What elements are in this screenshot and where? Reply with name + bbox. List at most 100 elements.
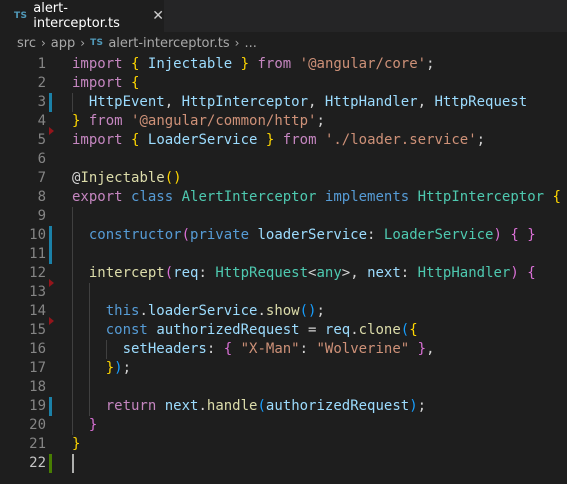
line-number: 22	[29, 455, 46, 471]
code-token: :	[198, 265, 216, 281]
code-token: ;	[316, 303, 325, 319]
code-line[interactable]: 7 @Injectable()	[0, 169, 567, 188]
code-token: './loader.service'	[324, 132, 477, 148]
code-token: authorizedRequest	[156, 322, 300, 338]
code-token: req	[173, 265, 199, 281]
code-line[interactable]: 22	[0, 454, 567, 473]
line-number: 1	[37, 56, 46, 72]
code-token: ;	[476, 132, 486, 148]
code-text: });	[72, 359, 131, 378]
code-text: export class AlertInterceptor implements…	[72, 188, 561, 207]
indent-guide	[105, 340, 107, 359]
code-token: {	[527, 265, 536, 281]
breadcrumb: src › app › TS alert-interceptor.ts › ..…	[0, 32, 567, 54]
code-text: intercept(req: HttpRequest<any>, next: H…	[72, 264, 536, 283]
code-token: {	[510, 227, 519, 243]
code-line[interactable]: 10 constructor(private loaderService: Lo…	[0, 226, 567, 245]
code-token: AlertInterceptor	[181, 189, 317, 205]
line-number: 5	[37, 132, 46, 148]
code-line[interactable]: 4} from '@angular/common/http';	[0, 112, 567, 135]
code-token: from	[282, 132, 317, 148]
code-token: import	[72, 75, 123, 91]
breadcrumb-item-file[interactable]: alert-interceptor.ts	[108, 36, 229, 51]
code-line[interactable]: 12 intercept(req: HttpRequest<any>, next…	[0, 264, 567, 287]
code-line[interactable]: 11	[0, 245, 567, 264]
code-line[interactable]: 17 });	[0, 359, 567, 378]
chevron-right-icon: ›	[40, 36, 46, 50]
code-token: LoaderService	[383, 227, 494, 243]
code-line[interactable]: 8 export class AlertInterceptor implement…	[0, 188, 567, 207]
code-token: {	[409, 322, 418, 338]
code-token: setHeaders	[122, 341, 207, 357]
breadcrumb-item-app[interactable]: app	[51, 36, 75, 51]
typescript-file-icon: TS	[14, 11, 28, 21]
code-token: return	[105, 398, 157, 414]
code-line[interactable]: 14 this.loaderService.show();	[0, 302, 567, 325]
code-line[interactable]: 16 setHeaders: { "X-Man": "Wolverine" },	[0, 340, 567, 359]
modified-line-indicator[interactable]	[49, 226, 52, 245]
close-icon[interactable]: ✕	[152, 8, 164, 24]
code-token: {	[223, 341, 233, 357]
code-text: @Injectable()	[72, 169, 182, 188]
code-token: ,	[426, 341, 435, 357]
modified-line-indicator[interactable]	[49, 93, 52, 112]
code-line[interactable]: 1 import { Injectable } from '@angular/co…	[0, 55, 567, 74]
code-token: }	[240, 56, 250, 72]
editor-tab-alert-interceptor[interactable]: TS alert-interceptor.ts ✕	[0, 0, 164, 32]
line-number: 15	[29, 322, 46, 338]
code-token: "Wolverine"	[316, 341, 410, 357]
code-token: '@angular/common/http'	[131, 113, 317, 129]
code-token: HttpHandler	[324, 94, 418, 110]
code-token: next	[367, 265, 401, 281]
code-line[interactable]: 15 const authorizedRequest = req.clone({	[0, 321, 567, 340]
modified-line-indicator[interactable]	[49, 397, 52, 416]
chevron-right-icon: ›	[80, 36, 86, 50]
code-token: authorizedRequest	[265, 398, 410, 414]
code-line[interactable]: 18	[0, 378, 567, 397]
code-token: any	[316, 265, 342, 281]
code-line[interactable]: 9	[0, 207, 567, 226]
code-line[interactable]: 20 }	[0, 416, 567, 435]
tab-bar: TS alert-interceptor.ts ✕	[0, 0, 567, 32]
added-line-indicator[interactable]	[49, 454, 52, 473]
code-token: )	[409, 398, 418, 414]
code-token: import	[72, 132, 123, 148]
line-number: 6	[37, 151, 46, 167]
breadcrumb-item-src[interactable]: src	[17, 36, 36, 51]
code-text: import { Injectable } from '@angular/cor…	[72, 55, 435, 74]
code-line[interactable]: 13	[0, 283, 567, 302]
code-line[interactable]: 21}	[0, 435, 567, 454]
code-token: ;	[316, 113, 325, 129]
code-token: HttpHandler	[417, 265, 511, 281]
code-editor[interactable]: 1 import { Injectable } from '@angular/co…	[0, 54, 567, 484]
breadcrumb-item-symbols[interactable]: ...	[244, 36, 256, 51]
code-token: )	[114, 360, 123, 376]
indent-guide	[88, 283, 90, 416]
code-line[interactable]: 2 import {	[0, 74, 567, 93]
code-line[interactable]: 6	[0, 150, 567, 169]
code-token: }	[72, 436, 81, 452]
code-token: >	[341, 265, 351, 281]
line-number: 18	[29, 379, 46, 395]
code-line[interactable]: 19 return next.handle(authorizedRequest)…	[0, 397, 567, 416]
code-line[interactable]: 5 import { LoaderService } from './loader…	[0, 131, 567, 150]
code-line[interactable]: 3 HttpEvent, HttpInterceptor, HttpHandle…	[0, 93, 567, 112]
line-number: 9	[37, 208, 46, 224]
code-token: )	[510, 265, 519, 281]
code-token: loaderService	[257, 227, 368, 243]
modified-line-indicator[interactable]	[49, 245, 52, 264]
